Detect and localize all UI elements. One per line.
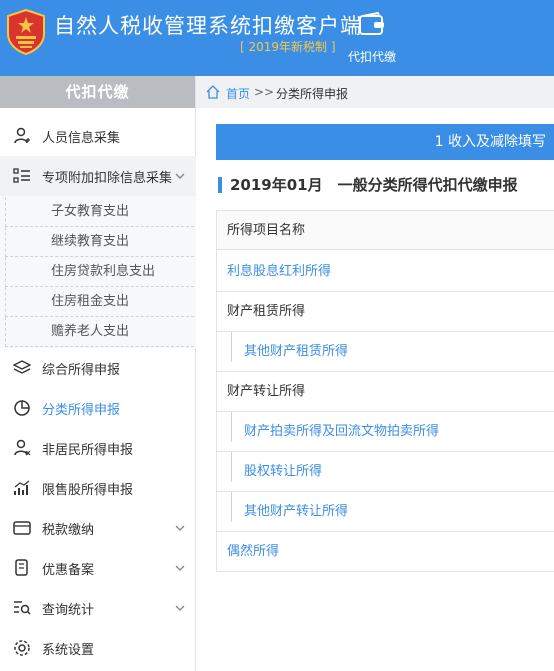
chevron-down-icon — [175, 173, 185, 179]
table-row-incidental-income[interactable]: 偶然所得 — [217, 532, 554, 572]
submenu-special-deduction: 子女教育支出 继续教育支出 住房贷款利息支出 住房租金支出 赡养老人支出 — [0, 196, 196, 348]
chevron-down-icon — [175, 565, 185, 571]
sidebar-item-classified-income[interactable]: 分类所得申报 — [0, 388, 196, 428]
tab-withholding[interactable]: 代扣代缴 — [340, 0, 404, 76]
tab-withholding-label: 代扣代缴 — [347, 50, 396, 64]
sidebar-item-comprehensive-income[interactable]: 综合所得申报 — [0, 348, 196, 388]
sidebar-item-query-statistics[interactable]: 查询统计 — [0, 588, 196, 628]
sidebar-item-label: 查询统计 — [42, 602, 95, 618]
section-title-marker — [218, 177, 222, 193]
submenu-item-continuing-education[interactable]: 继续教育支出 — [5, 227, 194, 257]
table-row-interest-dividend[interactable]: 利息股息红利所得 — [217, 252, 554, 292]
sidebar-item-label: 综合所得申报 — [42, 362, 121, 378]
table-row-property-auction[interactable]: 财产拍卖所得及回流文物拍卖所得 — [217, 412, 554, 452]
wallet-icon — [359, 12, 384, 35]
submenu-item-housing-loan[interactable]: 住房贷款利息支出 — [5, 257, 194, 287]
table-row-property-transfer: 财产转让所得 — [217, 372, 554, 412]
list-icon — [13, 168, 30, 183]
breadcrumb: 首页 >> 分类所得申报 — [196, 76, 554, 108]
layers-icon — [13, 360, 31, 374]
breadcrumb-home-link[interactable]: 首页 — [226, 85, 250, 102]
sidebar-item-system-settings[interactable]: 系统设置 — [0, 628, 196, 668]
pie-icon — [14, 400, 30, 416]
sidebar-item-label: 非居民所得申报 — [42, 442, 134, 458]
bar-chart-icon — [14, 480, 30, 495]
table-row-other-property-lease[interactable]: 其他财产租赁所得 — [217, 332, 554, 372]
sidebar-item-label: 分类所得申报 — [42, 402, 121, 418]
table-row-equity-transfer[interactable]: 股权转让所得 — [217, 452, 554, 492]
sidebar-item-nonresident-income[interactable]: 非居民所得申报 — [0, 428, 196, 468]
search-list-icon — [14, 601, 31, 615]
table-header: 所得项目名称 — [217, 210, 554, 250]
submenu-item-elderly-support[interactable]: 赡养老人支出 — [5, 317, 194, 347]
sidebar-item-label: 专项附加扣除信息采集 — [42, 170, 173, 186]
document-icon — [15, 559, 28, 576]
sidebar-item-special-deduction[interactable]: 专项附加扣除信息采集 — [0, 156, 196, 196]
breadcrumb-current: 分类所得申报 — [276, 87, 349, 101]
submenu-item-child-education[interactable]: 子女教育支出 — [5, 197, 194, 227]
sidebar-item-restricted-shares[interactable]: 限售股所得申报 — [0, 468, 196, 508]
gear-icon — [14, 640, 30, 656]
wallet-icon — [13, 521, 31, 535]
income-items-table: 所得项目名称 利息股息红利所得 财产租赁所得 其他财产租赁所得 财产转让所得 财… — [216, 210, 554, 572]
foreign-person-icon — [14, 439, 31, 456]
sidebar-item-tax-payment[interactable]: 税款缴纳 — [0, 508, 196, 548]
sidebar-item-personnel[interactable]: 人员信息采集 — [0, 116, 196, 156]
table-row-other-property-transfer[interactable]: 其他财产转让所得 — [217, 492, 554, 532]
submenu-item-housing-rent[interactable]: 住房租金支出 — [5, 287, 194, 317]
sidebar-item-label: 系统设置 — [42, 642, 95, 658]
breadcrumb-separator: >> — [254, 85, 275, 99]
sidebar-item-label: 优惠备案 — [42, 562, 95, 578]
national-emblem-icon — [7, 8, 45, 56]
sidebar-item-label: 税款缴纳 — [42, 522, 95, 538]
table-row-property-lease: 财产租赁所得 — [217, 292, 554, 332]
section-title: 2019年01月 一般分类所得代扣代缴申报 — [230, 176, 518, 194]
app-header: 自然人税收管理系统扣缴客户端 [ 2019年新税制 ] 代扣代缴 — [0, 0, 554, 76]
person-icon — [14, 127, 30, 144]
sidebar-heading: 代扣代缴 — [0, 76, 195, 108]
chevron-down-icon — [175, 605, 185, 611]
chevron-down-icon — [175, 525, 185, 531]
home-icon[interactable] — [206, 85, 220, 99]
app-subtitle: [ 2019年新税制 ] — [240, 40, 336, 54]
sidebar-item-preferential-filing[interactable]: 优惠备案 — [0, 548, 196, 588]
step-indicator[interactable]: 1 收入及减除填写 — [216, 124, 554, 160]
sidebar-item-label: 人员信息采集 — [42, 130, 121, 146]
sidebar-item-label: 限售股所得申报 — [42, 482, 134, 498]
app-title: 自然人税收管理系统扣缴客户端 — [54, 14, 362, 38]
